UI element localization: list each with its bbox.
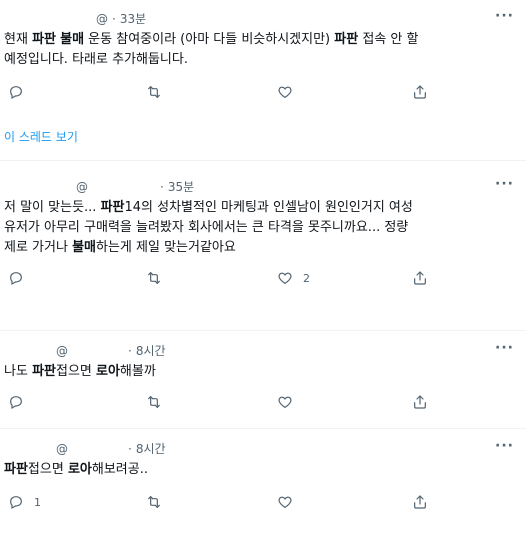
like-button[interactable] [277, 494, 293, 510]
retweet-button[interactable] [146, 84, 162, 100]
reply-button[interactable] [8, 394, 24, 410]
more-icon[interactable]: ··· [495, 176, 514, 192]
share-button[interactable] [412, 394, 428, 410]
share-icon [412, 494, 428, 510]
tweet[interactable]: @ · 35분 ··· 저 말이 맞는듯... 파판14의 성차별적인 마케팅과 인… [0, 160, 526, 320]
like-button[interactable] [277, 84, 293, 100]
timestamp[interactable]: 33분 [120, 12, 146, 26]
handle-at[interactable]: @ [96, 12, 108, 26]
retweet-button[interactable] [146, 270, 162, 286]
reply-button[interactable] [8, 270, 24, 286]
text-run: 현재 [4, 32, 33, 47]
more-icon[interactable]: ··· [495, 8, 514, 24]
reply-button[interactable] [8, 84, 24, 100]
share-icon [412, 84, 428, 100]
heart-icon [277, 394, 293, 410]
tweet-text: 나도 파판접으면 로아해볼까 [4, 362, 516, 382]
bold-keyword: 불매 [72, 240, 96, 255]
reply-button[interactable]: 1 [8, 494, 41, 510]
dot-separator: · [128, 344, 132, 358]
text-run: 접으면 [27, 462, 68, 477]
tweet-text: 저 말이 맞는듯... 파판14의 성차별적인 마케팅과 인셀남이 원인인거지 … [4, 198, 516, 258]
retweet-icon [146, 394, 162, 410]
tweet-meta: @ · 8시간 [56, 440, 166, 457]
dot-separator: · [160, 180, 164, 194]
like-button[interactable]: 2 [277, 270, 310, 286]
bold-keyword: 파판 [100, 200, 125, 215]
reply-icon [8, 494, 24, 510]
handle-at[interactable]: @ [56, 442, 68, 456]
timestamp[interactable]: 35분 [168, 180, 194, 194]
retweet-icon [146, 494, 162, 510]
retweet-button[interactable] [146, 494, 162, 510]
tweet-actions: 2 [0, 270, 526, 290]
tweet[interactable]: @ · 8시간 ··· 파판접으면 로아해보려공.. 1 [0, 428, 526, 536]
tweet-actions [0, 394, 526, 414]
more-icon[interactable]: ··· [495, 340, 514, 356]
tweet[interactable]: @ · 33분 ··· 현재 파판 불매 운동 참여중이라 (아마 다들 비슷하시겠… [0, 0, 526, 110]
tweet-actions [0, 84, 526, 104]
bold-keyword: 파판 [4, 462, 28, 477]
tweet-text: 현재 파판 불매 운동 참여중이라 (아마 다들 비슷하시겠지만) 파판 접속 … [4, 30, 516, 70]
more-icon[interactable]: ··· [495, 438, 514, 454]
share-button[interactable] [412, 494, 428, 510]
text-run: 나도 [4, 364, 33, 379]
tweet-actions: 1 [0, 494, 526, 514]
dot-separator: · [128, 442, 132, 456]
handle-at[interactable]: @ [76, 180, 88, 194]
retweet-icon [146, 84, 162, 100]
tweet-meta: @ · 8시간 [56, 342, 166, 359]
share-icon [412, 394, 428, 410]
bold-keyword: 파판 [32, 32, 56, 47]
timestamp[interactable]: 8시간 [136, 442, 166, 456]
dot-separator: · [112, 12, 116, 26]
tweet-text: 파판접으면 로아해보려공.. [4, 460, 516, 480]
bold-keyword: 파판 [334, 32, 359, 47]
tweet-meta: @ · 33분 [96, 10, 146, 27]
text-run: 하는게 제일 맞는거같아요 [96, 240, 236, 255]
share-icon [412, 270, 428, 286]
text-run: 해보려공.. [91, 462, 148, 477]
retweet-icon [146, 270, 162, 286]
bold-keyword: 로아 [96, 364, 120, 379]
heart-icon [277, 270, 293, 286]
bold-keyword: 로아 [67, 462, 92, 477]
show-thread-link[interactable]: 이 스레드 보기 [4, 128, 78, 145]
tweet[interactable]: @ · 8시간 ··· 나도 파판접으면 로아해볼까 [0, 330, 526, 430]
timestamp[interactable]: 8시간 [136, 344, 166, 358]
heart-icon [277, 84, 293, 100]
text-run: 저 말이 맞는듯... [4, 200, 101, 215]
retweet-button[interactable] [146, 394, 162, 410]
bold-keyword: 불매 [60, 32, 85, 47]
handle-at[interactable]: @ [56, 344, 68, 358]
reply-icon [8, 394, 24, 410]
like-button[interactable] [277, 394, 293, 410]
bold-keyword: 파판 [32, 364, 56, 379]
share-button[interactable] [412, 84, 428, 100]
heart-icon [277, 494, 293, 510]
text-run: 운동 참여중이라 (아마 다들 비슷하시겠지만) [84, 32, 335, 47]
text-run: 해볼까 [119, 364, 156, 379]
share-button[interactable] [412, 270, 428, 286]
text-run: 접으면 [55, 364, 96, 379]
reply-icon [8, 84, 24, 100]
tweet-meta: @ · 35분 [76, 178, 194, 195]
like-count: 2 [303, 271, 310, 285]
reply-count: 1 [34, 495, 41, 509]
reply-icon [8, 270, 24, 286]
